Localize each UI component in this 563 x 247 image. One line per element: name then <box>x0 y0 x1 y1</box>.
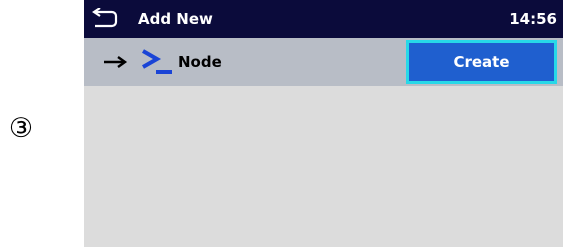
page-title: Add New <box>138 10 213 28</box>
title-bar: Add New 14:56 <box>84 0 563 38</box>
content-area <box>84 86 563 247</box>
step-marker: ③ <box>8 113 34 144</box>
create-button[interactable]: Create <box>406 40 557 84</box>
terminal-prompt-icon <box>142 49 172 74</box>
node-label: Node <box>178 53 222 71</box>
right-arrow-icon <box>104 56 128 68</box>
device-screen: Add New 14:56 Node Create <box>84 0 563 247</box>
clock: 14:56 <box>509 10 557 28</box>
back-arrow-icon[interactable] <box>92 8 118 28</box>
